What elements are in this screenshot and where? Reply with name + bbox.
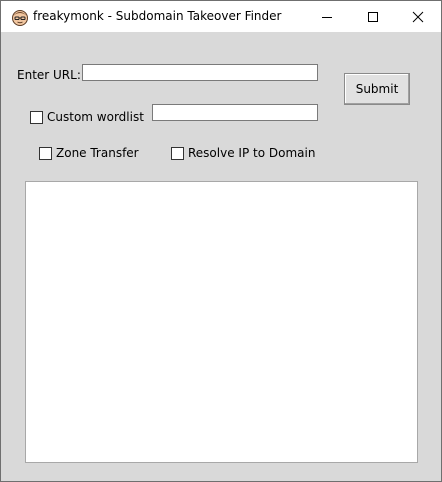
- wordlist-input[interactable]: [152, 104, 318, 121]
- minimize-icon: [322, 16, 332, 18]
- monk-face-icon: [12, 10, 28, 26]
- client-area: Enter URL: Submit Custom wordlist Zone T…: [1, 32, 441, 481]
- url-label: Enter URL:: [17, 68, 81, 82]
- minimize-button[interactable]: [304, 1, 350, 32]
- submit-button-label: Submit: [355, 82, 399, 96]
- close-icon: [412, 11, 424, 22]
- title-bar[interactable]: freakymonk - Subdomain Takeover Finder: [1, 1, 441, 32]
- maximize-button[interactable]: [350, 1, 396, 32]
- window-title: freakymonk - Subdomain Takeover Finder: [33, 9, 282, 23]
- app-window: freakymonk - Subdomain Takeover Finder E…: [0, 0, 442, 482]
- custom-wordlist-checkbox[interactable]: [30, 111, 43, 124]
- maximize-icon: [368, 11, 378, 22]
- submit-button[interactable]: Submit: [344, 73, 410, 105]
- output-textbox[interactable]: [25, 181, 418, 463]
- resolve-ip-label[interactable]: Resolve IP to Domain: [188, 146, 315, 160]
- zone-transfer-label[interactable]: Zone Transfer: [56, 146, 139, 160]
- close-button[interactable]: [395, 1, 441, 32]
- url-input[interactable]: [82, 64, 318, 81]
- zone-transfer-checkbox[interactable]: [39, 147, 52, 160]
- resolve-ip-checkbox[interactable]: [171, 147, 184, 160]
- custom-wordlist-label[interactable]: Custom wordlist: [47, 110, 144, 124]
